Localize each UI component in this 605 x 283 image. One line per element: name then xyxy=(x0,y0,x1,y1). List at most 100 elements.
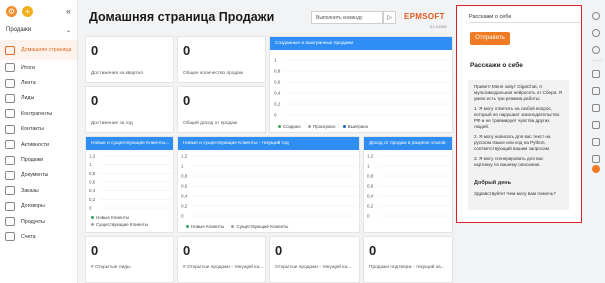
y-tick-label: 1 xyxy=(274,58,277,63)
sidebar-item-label: Документы xyxy=(21,172,49,179)
page-title: Домашняя страница Продажи xyxy=(89,10,275,24)
contacts-icon xyxy=(5,124,15,134)
tile-quarter-achievement[interactable]: 0 Достижения за квартал xyxy=(85,36,174,83)
tile-confirmed-sales[interactable]: 0 Продажи подтверж - текущий ка... xyxy=(363,236,453,283)
sidebar-item-activities[interactable]: Активности xyxy=(0,137,77,152)
version-label: 8.1.0.6265 xyxy=(430,25,447,29)
sidebar-item-contacts[interactable]: Контакты xyxy=(0,122,77,137)
tile-open-sales-count[interactable]: 0 # Открытые продажи - текущий ка... xyxy=(177,236,266,283)
send-button[interactable]: Отправить xyxy=(470,32,510,45)
collapse-sidebar-icon[interactable]: « xyxy=(66,6,71,16)
tile-value: 0 xyxy=(183,243,191,258)
logo: EPMSOFT xyxy=(404,12,445,21)
y-tick-label: 0,2 xyxy=(181,204,188,209)
contracts-icon xyxy=(5,201,15,211)
section-selector[interactable]: Продажи ⌄ xyxy=(6,24,71,36)
legend-item: Существующие Клиенты xyxy=(231,224,288,229)
sidebar: ⚙ + « Продажи ⌄ Домашняя страница Итоги … xyxy=(0,0,78,283)
tile-total-revenue[interactable]: 0 Общий доход от продаж xyxy=(177,86,266,133)
chart-legend: Создано Проиграно Выиграно xyxy=(278,124,374,129)
tile-caption: Общий доход от продаж xyxy=(183,121,238,126)
y-tick-label: 1,2 xyxy=(367,154,374,159)
chart-revenue-by-stage[interactable]: Доход от продаж в разрезе этапов 1,2 1 0,8… xyxy=(363,136,453,233)
chat-icon[interactable] xyxy=(592,70,600,78)
sidebar-item-label: Итоги xyxy=(21,64,36,71)
sidebar-item-label: Продукты xyxy=(21,218,45,225)
tile-open-sales[interactable]: 0 Открытые продажи - текущий ка... xyxy=(269,236,360,283)
sidebar-item-home[interactable]: Домашняя страница xyxy=(0,40,77,60)
leads-icon xyxy=(5,93,15,103)
y-tick-label: 0,2 xyxy=(274,102,281,107)
legend-item: Выиграно xyxy=(342,124,368,129)
chart-title: Новые и существующие Клиенты - текущий г… xyxy=(178,137,359,150)
sidebar-item-label: Договоры xyxy=(21,203,45,210)
chart-plot: 1 0,8 0,6 0,4 0,2 0 xyxy=(274,58,450,118)
activities-icon xyxy=(5,140,15,150)
sidebar-item-accounts[interactable]: Контрагенты xyxy=(0,106,77,121)
y-tick-label: 0 xyxy=(367,214,370,219)
documents-icon xyxy=(5,170,15,180)
chart-created-won[interactable]: Созданные и выигранные продажи 1 0,8 0,6 0,… xyxy=(269,36,453,133)
sidebar-item-documents[interactable]: Документы xyxy=(0,168,77,183)
chart-new-existing-clients[interactable]: Новые и существующие Клиенты... 1,2 1 0,8 0… xyxy=(85,136,174,233)
chart-title: Новые и существующие Клиенты... xyxy=(86,137,173,150)
sidebar-item-label: Контакты xyxy=(21,126,44,133)
tile-value: 0 xyxy=(91,43,99,58)
feed-icon xyxy=(5,78,15,88)
tile-open-leads[interactable]: 0 # Открытые лиды xyxy=(85,236,174,283)
sidebar-item-label: Активности xyxy=(21,141,50,148)
y-tick-label: 0,6 xyxy=(89,180,96,185)
chart-plot: 1,2 1 0,8 0,6 0,4 0,2 0 xyxy=(367,154,450,219)
accounts-icon xyxy=(5,109,15,119)
profile-icon[interactable] xyxy=(592,12,600,20)
notifications-icon[interactable] xyxy=(592,138,600,146)
sidebar-item-label: Лиды xyxy=(21,95,35,102)
tile-total-sales[interactable]: 0 Общее количество продаж xyxy=(177,36,266,83)
chart-new-existing-clients-year[interactable]: Новые и существующие Клиенты - текущий г… xyxy=(177,136,360,233)
tile-value: 0 xyxy=(369,243,377,258)
y-tick-label: 0,2 xyxy=(89,197,96,202)
chat-message: Привет! Меня зовут GigaChat, я мультимод… xyxy=(468,80,569,174)
add-record-icon[interactable]: + xyxy=(22,5,33,17)
email-icon[interactable] xyxy=(592,121,600,129)
tile-value: 0 xyxy=(91,243,99,258)
sidebar-item-invoices[interactable]: Счета xyxy=(0,229,77,244)
gigachat-icon[interactable] xyxy=(592,165,600,173)
sidebar-item-label: Домашняя страница xyxy=(21,47,72,53)
y-tick-label: 0,6 xyxy=(367,184,374,189)
tile-value: 0 xyxy=(183,93,191,108)
chart-title: Созданные и выигранные продажи xyxy=(270,37,452,50)
sidebar-item-results[interactable]: Итоги xyxy=(0,60,77,75)
tile-value: 0 xyxy=(183,43,191,58)
sidebar-item-contracts[interactable]: Договоры xyxy=(0,199,77,214)
tile-year-achievement[interactable]: 0 Достижение за год xyxy=(85,86,174,133)
sidebar-item-opportunities[interactable]: Продажи xyxy=(0,152,77,167)
feed-icon[interactable] xyxy=(592,155,600,163)
chart-legend: Новые Клиенты Существующие Клиенты xyxy=(91,214,154,228)
run-command-button[interactable]: ▷ xyxy=(383,11,396,24)
sidebar-item-leads[interactable]: Лиды xyxy=(0,91,77,106)
chat-input[interactable]: Расскажи о себе xyxy=(469,11,581,23)
sidebar-item-feed[interactable]: Лента xyxy=(0,75,77,90)
tile-caption: Открытые продажи - текущий ка... xyxy=(275,265,352,270)
sidebar-item-orders[interactable]: Заказы xyxy=(0,183,77,198)
legend-item: Проиграно xyxy=(308,124,335,129)
sidebar-item-products[interactable]: Продукты xyxy=(0,214,77,229)
gear-icon[interactable] xyxy=(592,29,600,37)
products-icon xyxy=(5,217,15,227)
phone-icon[interactable] xyxy=(592,87,600,95)
app-root: ⚙ + « Продажи ⌄ Домашняя страница Итоги … xyxy=(0,0,605,283)
greeting-title: Добрый день xyxy=(474,180,511,186)
y-tick-label: 0,4 xyxy=(181,194,188,199)
y-tick-label: 0,8 xyxy=(89,171,96,176)
y-tick-label: 0,4 xyxy=(274,91,281,96)
right-rail xyxy=(588,0,605,283)
system-designer-icon[interactable]: ⚙ xyxy=(6,5,17,17)
chart-title: Доход от продаж в разрезе этапов xyxy=(364,137,452,150)
message-paragraph: 1. Я могу ответить на любой вопрос, кото… xyxy=(474,106,560,129)
y-tick-label: 0,4 xyxy=(89,188,96,193)
messages-icon[interactable] xyxy=(592,104,600,112)
message-paragraph: Привет! Меня зовут GigaChat, я мультимод… xyxy=(474,84,563,101)
help-icon[interactable] xyxy=(592,46,600,54)
command-input[interactable]: Выполнить команду xyxy=(311,11,383,24)
